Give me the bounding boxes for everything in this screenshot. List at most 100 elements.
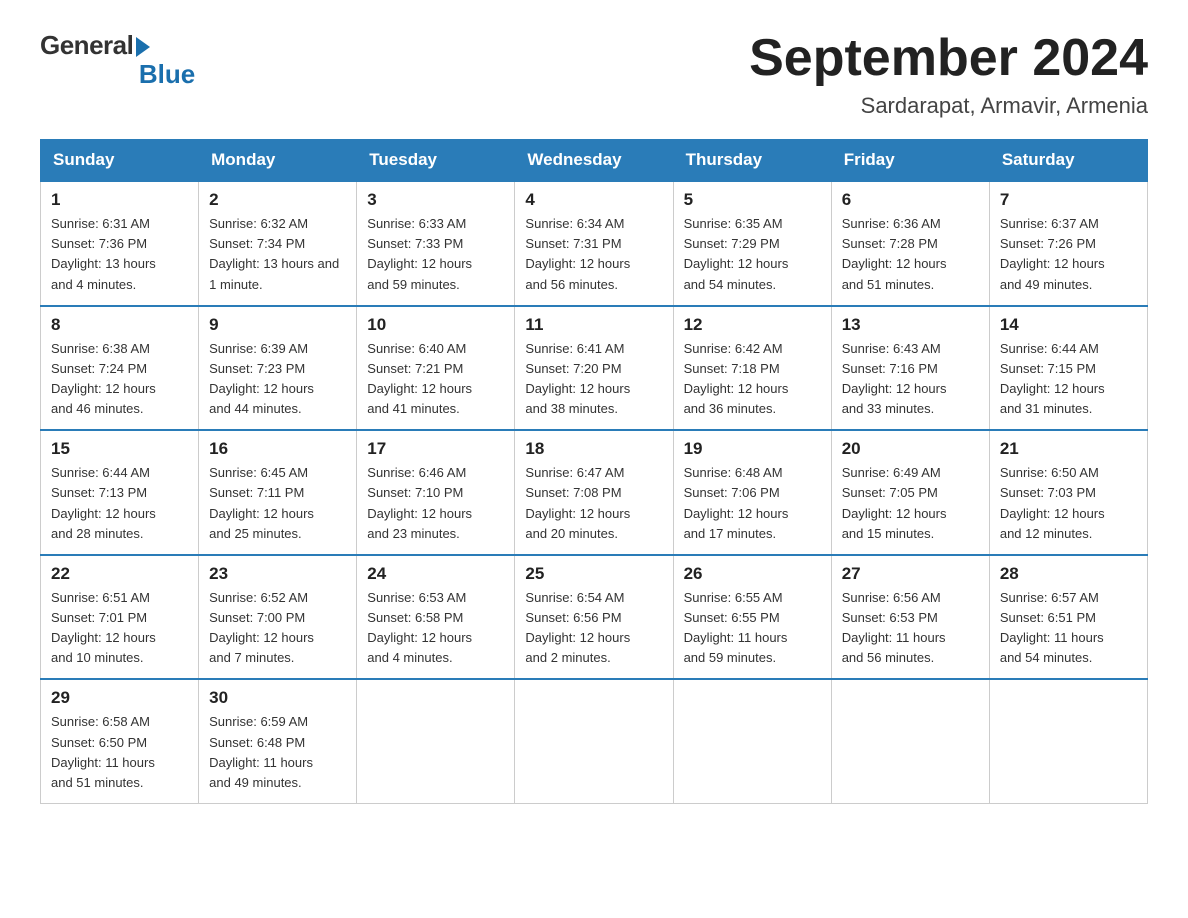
logo: General General Blue xyxy=(40,30,195,90)
calendar-day-cell: 8 Sunrise: 6:38 AMSunset: 7:24 PMDaylight… xyxy=(41,306,199,431)
day-number: 1 xyxy=(51,190,188,210)
calendar-day-cell: 14 Sunrise: 6:44 AMSunset: 7:15 PMDayligh… xyxy=(989,306,1147,431)
calendar-day-cell: 5Sunrise: 6:35 AMSunset: 7:29 PMDaylight… xyxy=(673,181,831,306)
day-number: 30 xyxy=(209,688,346,708)
day-info: Sunrise: 6:44 AMSunset: 7:13 PMDaylight:… xyxy=(51,463,188,544)
day-number: 8 xyxy=(51,315,188,335)
day-info: Sunrise: 6:42 AMSunset: 7:18 PMDaylight:… xyxy=(684,339,821,420)
day-number: 29 xyxy=(51,688,188,708)
calendar-week-5: 29 Sunrise: 6:58 AMSunset: 6:50 PMDayligh… xyxy=(41,679,1148,803)
day-info: Sunrise: 6:58 AMSunset: 6:50 PMDaylight:… xyxy=(51,712,188,793)
calendar-day-cell: 4Sunrise: 6:34 AMSunset: 7:31 PMDaylight… xyxy=(515,181,673,306)
day-number: 9 xyxy=(209,315,346,335)
day-info: Sunrise: 6:39 AMSunset: 7:23 PMDaylight:… xyxy=(209,339,346,420)
day-info: Sunrise: 6:56 AMSunset: 6:53 PMDaylight:… xyxy=(842,588,979,669)
day-info: Sunrise: 6:41 AMSunset: 7:20 PMDaylight:… xyxy=(525,339,662,420)
calendar-day-cell: 17 Sunrise: 6:46 AMSunset: 7:10 PMDayligh… xyxy=(357,430,515,555)
day-number: 10 xyxy=(367,315,504,335)
month-title: September 2024 xyxy=(749,30,1148,87)
day-number: 23 xyxy=(209,564,346,584)
calendar-day-cell: 21 Sunrise: 6:50 AMSunset: 7:03 PMDayligh… xyxy=(989,430,1147,555)
calendar-day-cell: 6Sunrise: 6:36 AMSunset: 7:28 PMDaylight… xyxy=(831,181,989,306)
day-info: Sunrise: 6:57 AMSunset: 6:51 PMDaylight:… xyxy=(1000,588,1137,669)
day-info: Sunrise: 6:37 AMSunset: 7:26 PMDaylight:… xyxy=(1000,214,1137,295)
day-info: Sunrise: 6:50 AMSunset: 7:03 PMDaylight:… xyxy=(1000,463,1137,544)
header-monday: Monday xyxy=(199,140,357,182)
calendar-day-cell: 18 Sunrise: 6:47 AMSunset: 7:08 PMDayligh… xyxy=(515,430,673,555)
header-sunday: Sunday xyxy=(41,140,199,182)
day-info: Sunrise: 6:51 AMSunset: 7:01 PMDaylight:… xyxy=(51,588,188,669)
calendar-day-cell: 13 Sunrise: 6:43 AMSunset: 7:16 PMDayligh… xyxy=(831,306,989,431)
day-number: 7 xyxy=(1000,190,1137,210)
day-number: 28 xyxy=(1000,564,1137,584)
logo-general-text: General xyxy=(40,30,133,61)
calendar-day-cell: 12 Sunrise: 6:42 AMSunset: 7:18 PMDayligh… xyxy=(673,306,831,431)
calendar-day-cell: 7 Sunrise: 6:37 AMSunset: 7:26 PMDaylight… xyxy=(989,181,1147,306)
calendar-day-cell: 10 Sunrise: 6:40 AMSunset: 7:21 PMDayligh… xyxy=(357,306,515,431)
calendar-day-cell: 3Sunrise: 6:33 AMSunset: 7:33 PMDaylight… xyxy=(357,181,515,306)
calendar-day-cell: 29 Sunrise: 6:58 AMSunset: 6:50 PMDayligh… xyxy=(41,679,199,803)
day-number: 11 xyxy=(525,315,662,335)
day-number: 22 xyxy=(51,564,188,584)
day-number: 14 xyxy=(1000,315,1137,335)
calendar-table: Sunday Monday Tuesday Wednesday Thursday… xyxy=(40,139,1148,804)
day-info: Sunrise: 6:54 AMSunset: 6:56 PMDaylight:… xyxy=(525,588,662,669)
day-info: Sunrise: 6:31 AMSunset: 7:36 PMDaylight:… xyxy=(51,214,188,295)
calendar-day-cell: 20Sunrise: 6:49 AMSunset: 7:05 PMDayligh… xyxy=(831,430,989,555)
title-area: September 2024 Sardarapat, Armavir, Arme… xyxy=(749,30,1148,119)
day-number: 19 xyxy=(684,439,821,459)
day-info: Sunrise: 6:38 AMSunset: 7:24 PMDaylight:… xyxy=(51,339,188,420)
day-number: 5 xyxy=(684,190,821,210)
day-info: Sunrise: 6:44 AMSunset: 7:15 PMDaylight:… xyxy=(1000,339,1137,420)
day-info: Sunrise: 6:40 AMSunset: 7:21 PMDaylight:… xyxy=(367,339,504,420)
calendar-day-cell: 19 Sunrise: 6:48 AMSunset: 7:06 PMDayligh… xyxy=(673,430,831,555)
calendar-day-cell: 9 Sunrise: 6:39 AMSunset: 7:23 PMDaylight… xyxy=(199,306,357,431)
calendar-week-2: 8 Sunrise: 6:38 AMSunset: 7:24 PMDaylight… xyxy=(41,306,1148,431)
calendar-day-cell: 15 Sunrise: 6:44 AMSunset: 7:13 PMDayligh… xyxy=(41,430,199,555)
calendar-day-cell: 27 Sunrise: 6:56 AMSunset: 6:53 PMDayligh… xyxy=(831,555,989,680)
day-number: 6 xyxy=(842,190,979,210)
day-info: Sunrise: 6:59 AMSunset: 6:48 PMDaylight:… xyxy=(209,712,346,793)
calendar-week-3: 15 Sunrise: 6:44 AMSunset: 7:13 PMDayligh… xyxy=(41,430,1148,555)
day-info: Sunrise: 6:49 AMSunset: 7:05 PMDaylight:… xyxy=(842,463,979,544)
day-number: 13 xyxy=(842,315,979,335)
day-number: 25 xyxy=(525,564,662,584)
calendar-day-cell xyxy=(831,679,989,803)
day-number: 17 xyxy=(367,439,504,459)
header-thursday: Thursday xyxy=(673,140,831,182)
calendar-day-cell: 30 Sunrise: 6:59 AMSunset: 6:48 PMDayligh… xyxy=(199,679,357,803)
calendar-body: 1 Sunrise: 6:31 AMSunset: 7:36 PMDaylight… xyxy=(41,181,1148,803)
weekday-header-row: Sunday Monday Tuesday Wednesday Thursday… xyxy=(41,140,1148,182)
day-number: 2 xyxy=(209,190,346,210)
location-text: Sardarapat, Armavir, Armenia xyxy=(749,93,1148,119)
calendar-day-cell xyxy=(515,679,673,803)
calendar-day-cell: 11 Sunrise: 6:41 AMSunset: 7:20 PMDayligh… xyxy=(515,306,673,431)
calendar-day-cell: 23 Sunrise: 6:52 AMSunset: 7:00 PMDayligh… xyxy=(199,555,357,680)
header-friday: Friday xyxy=(831,140,989,182)
day-info: Sunrise: 6:53 AMSunset: 6:58 PMDaylight:… xyxy=(367,588,504,669)
day-number: 12 xyxy=(684,315,821,335)
day-info: Sunrise: 6:43 AMSunset: 7:16 PMDaylight:… xyxy=(842,339,979,420)
calendar-day-cell xyxy=(673,679,831,803)
day-info: Sunrise: 6:46 AMSunset: 7:10 PMDaylight:… xyxy=(367,463,504,544)
day-number: 18 xyxy=(525,439,662,459)
day-info: Sunrise: 6:33 AMSunset: 7:33 PMDaylight:… xyxy=(367,214,504,295)
calendar-day-cell xyxy=(357,679,515,803)
day-info: Sunrise: 6:48 AMSunset: 7:06 PMDaylight:… xyxy=(684,463,821,544)
calendar-day-cell: 16Sunrise: 6:45 AMSunset: 7:11 PMDayligh… xyxy=(199,430,357,555)
calendar-day-cell xyxy=(989,679,1147,803)
day-number: 27 xyxy=(842,564,979,584)
calendar-day-cell: 28 Sunrise: 6:57 AMSunset: 6:51 PMDayligh… xyxy=(989,555,1147,680)
day-info: Sunrise: 6:55 AMSunset: 6:55 PMDaylight:… xyxy=(684,588,821,669)
day-number: 15 xyxy=(51,439,188,459)
calendar-day-cell: 26 Sunrise: 6:55 AMSunset: 6:55 PMDayligh… xyxy=(673,555,831,680)
logo-blue-text: Blue xyxy=(139,59,195,90)
day-info: Sunrise: 6:34 AMSunset: 7:31 PMDaylight:… xyxy=(525,214,662,295)
day-number: 26 xyxy=(684,564,821,584)
day-number: 21 xyxy=(1000,439,1137,459)
logo-arrow-icon xyxy=(136,37,150,57)
day-info: Sunrise: 6:47 AMSunset: 7:08 PMDaylight:… xyxy=(525,463,662,544)
header-wednesday: Wednesday xyxy=(515,140,673,182)
day-info: Sunrise: 6:52 AMSunset: 7:00 PMDaylight:… xyxy=(209,588,346,669)
calendar-day-cell: 24Sunrise: 6:53 AMSunset: 6:58 PMDayligh… xyxy=(357,555,515,680)
